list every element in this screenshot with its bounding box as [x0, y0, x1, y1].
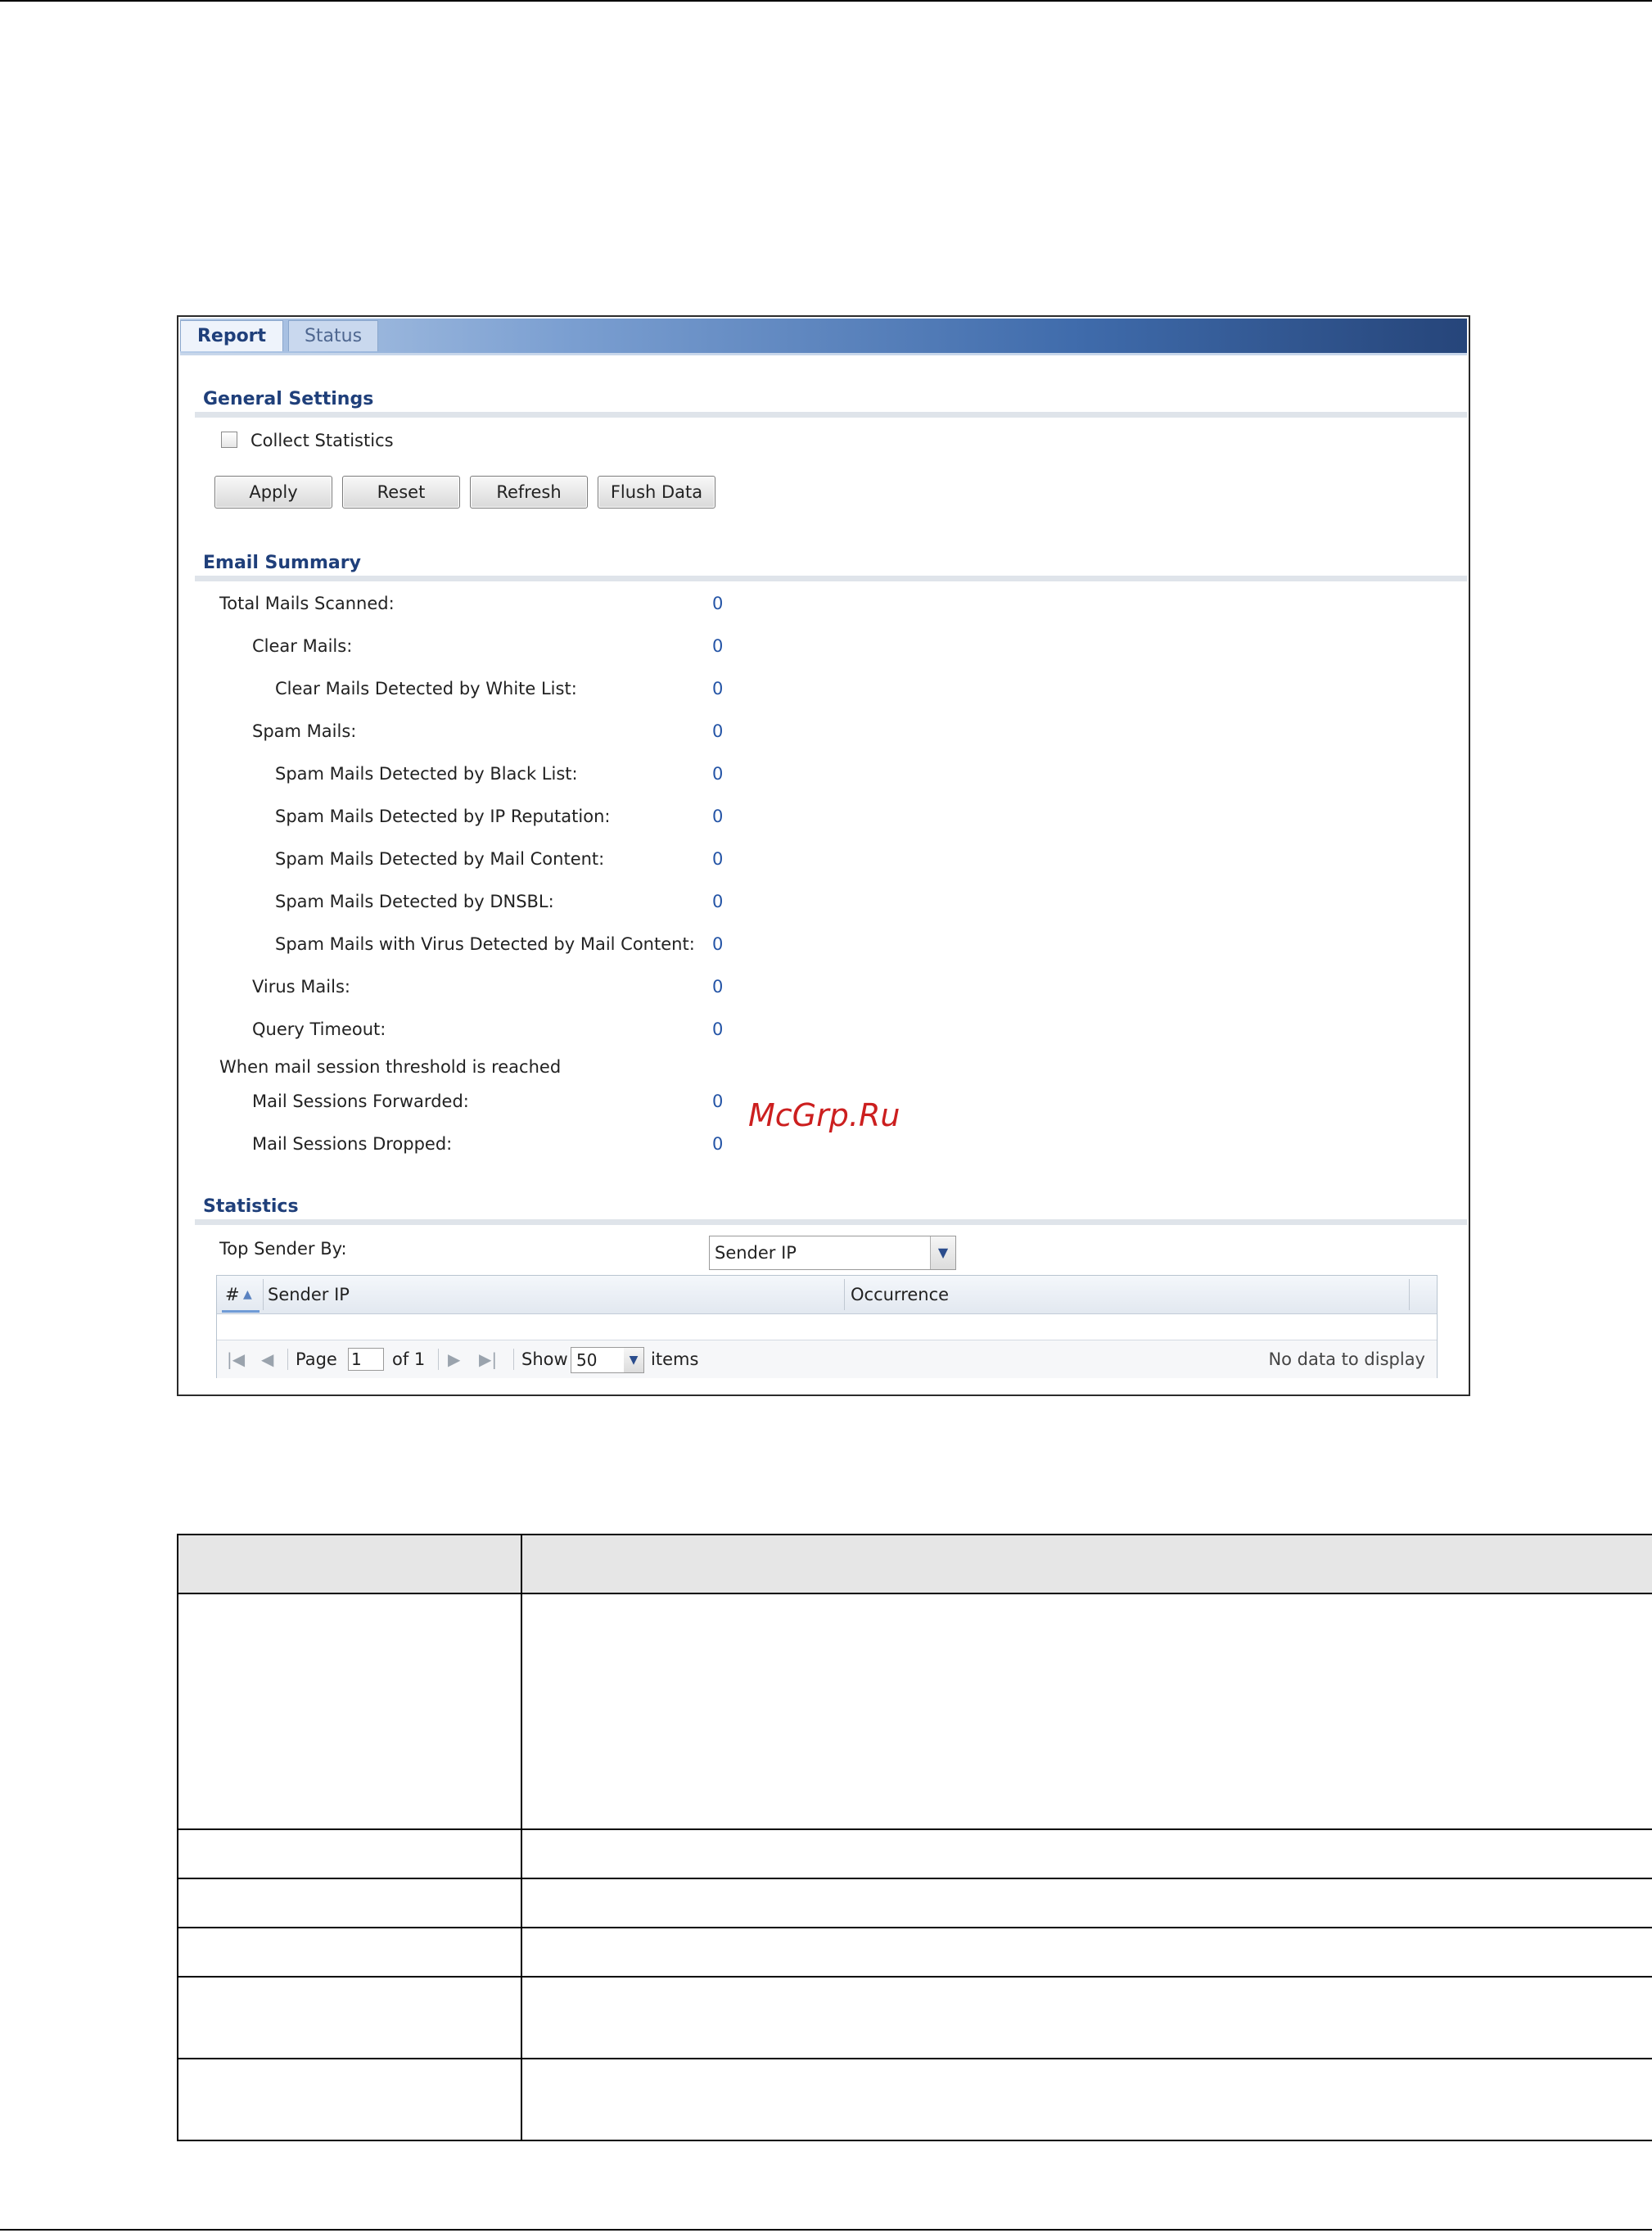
summary-row-value: 0	[712, 849, 724, 869]
summary-row-value: 0	[712, 934, 724, 954]
flush-data-button[interactable]: Flush Data	[598, 476, 715, 509]
chevron-down-icon[interactable]: ▼	[930, 1236, 955, 1269]
reset-button[interactable]: Reset	[342, 476, 460, 509]
summary-row-label: Spam Mails Detected by IP Reputation:	[275, 807, 611, 826]
section-divider	[195, 412, 1467, 418]
summary-row-value: 0	[712, 892, 724, 911]
page-size-value: 50	[576, 1350, 598, 1370]
summary-row-label: Query Timeout:	[252, 1019, 386, 1039]
tab-report[interactable]: Report	[180, 320, 283, 351]
last-page-icon[interactable]: ▶|	[479, 1340, 497, 1378]
apply-button[interactable]: Apply	[214, 476, 332, 509]
summary-row-label: Spam Mails Detected by Black List:	[275, 764, 578, 784]
column-separator	[263, 1279, 264, 1310]
empty-table-message: No data to display	[1268, 1349, 1425, 1369]
table-header: # ▲ Sender IP Occurrence	[217, 1276, 1437, 1314]
tab-underline	[180, 353, 1467, 355]
table-border	[177, 1534, 1652, 1535]
top-sender-label: Top Sender By:	[219, 1239, 347, 1259]
summary-row-value: 0	[712, 594, 724, 613]
summary-row-value: 0	[712, 1019, 724, 1039]
sort-indicator	[222, 1310, 260, 1313]
table-border	[177, 1593, 1652, 1594]
summary-row-label: Spam Mails Detected by DNSBL:	[275, 892, 554, 911]
first-page-icon[interactable]: |◀	[227, 1340, 245, 1378]
summary-row-label: Virus Mails:	[252, 977, 350, 997]
watermark-text: McGrp.Ru	[748, 1097, 900, 1133]
summary-row-value: 0	[712, 721, 724, 741]
summary-row-label: Total Mails Scanned:	[219, 594, 395, 613]
chevron-down-icon[interactable]: ▼	[624, 1348, 643, 1372]
table-border	[177, 2140, 1652, 2141]
collect-statistics-checkbox[interactable]	[221, 432, 237, 448]
table-border	[177, 1828, 1652, 1830]
general-settings-title: General Settings	[203, 389, 374, 409]
tab-status[interactable]: Status	[288, 320, 378, 351]
table-pager: |◀ ◀ Page 1 of 1 ▶ ▶| Show 50 ▼ items No…	[217, 1340, 1437, 1378]
page-size-select[interactable]: 50 ▼	[571, 1347, 644, 1373]
page-number-input[interactable]: 1	[348, 1348, 384, 1371]
previous-page-icon[interactable]: ◀	[261, 1340, 273, 1378]
pager-separator	[513, 1349, 514, 1370]
items-label: items	[651, 1349, 699, 1369]
top-sender-select[interactable]: Sender IP ▼	[709, 1236, 956, 1270]
table-border	[177, 1976, 1652, 1978]
summary-row-label: Clear Mails Detected by White List:	[275, 679, 577, 698]
summary-row-value: 0	[712, 764, 724, 784]
column-separator	[844, 1279, 845, 1310]
table-border	[521, 1534, 522, 2141]
summary-row-label: Spam Mails Detected by Mail Content:	[275, 849, 605, 869]
column-header-occurrence[interactable]: Occurrence	[851, 1276, 949, 1313]
pager-separator	[287, 1349, 288, 1370]
summary-row-label: Spam Mails:	[252, 721, 357, 741]
report-panel: Report Status General Settings Collect S…	[177, 315, 1470, 1396]
threshold-row-value: 0	[712, 1134, 724, 1154]
summary-row-label: Spam Mails with Virus Detected by Mail C…	[275, 934, 695, 954]
email-summary-title: Email Summary	[203, 553, 361, 573]
threshold-heading: When mail session threshold is reached	[219, 1057, 562, 1077]
threshold-row-value: 0	[712, 1092, 724, 1111]
show-label: Show	[521, 1349, 568, 1369]
table-border	[177, 1534, 178, 2141]
threshold-row-label: Mail Sessions Dropped:	[252, 1134, 453, 1154]
summary-row-value: 0	[712, 679, 724, 698]
table-border	[177, 1878, 1652, 1879]
column-separator	[1409, 1279, 1410, 1310]
page-top-rule	[0, 0, 1652, 2]
column-header-index[interactable]: #	[225, 1276, 240, 1313]
table-border	[177, 2058, 1652, 2059]
page-total-label: of 1	[392, 1349, 426, 1369]
refresh-button[interactable]: Refresh	[470, 476, 588, 509]
statistics-title: Statistics	[203, 1196, 299, 1217]
description-table-header	[177, 1534, 1652, 1593]
sort-ascending-icon: ▲	[243, 1288, 252, 1301]
summary-row-value: 0	[712, 977, 724, 997]
top-sender-selected-value: Sender IP	[715, 1243, 797, 1263]
column-header-sender-ip[interactable]: Sender IP	[268, 1276, 350, 1313]
tab-bar: Report Status	[180, 319, 1467, 353]
next-page-icon[interactable]: ▶	[448, 1340, 460, 1378]
page-label: Page	[296, 1349, 337, 1369]
section-divider	[195, 576, 1467, 581]
top-sender-table: # ▲ Sender IP Occurrence |◀ ◀ Page 1 of …	[216, 1275, 1438, 1378]
page-bottom-rule	[0, 2229, 1652, 2231]
summary-row-value: 0	[712, 636, 724, 656]
collect-statistics-label: Collect Statistics	[251, 431, 394, 450]
threshold-row-label: Mail Sessions Forwarded:	[252, 1092, 469, 1111]
pager-separator	[438, 1349, 439, 1370]
table-border	[177, 1927, 1652, 1928]
section-divider	[195, 1219, 1467, 1225]
summary-row-value: 0	[712, 807, 724, 826]
description-table	[177, 1534, 1652, 2143]
summary-row-label: Clear Mails:	[252, 636, 353, 656]
